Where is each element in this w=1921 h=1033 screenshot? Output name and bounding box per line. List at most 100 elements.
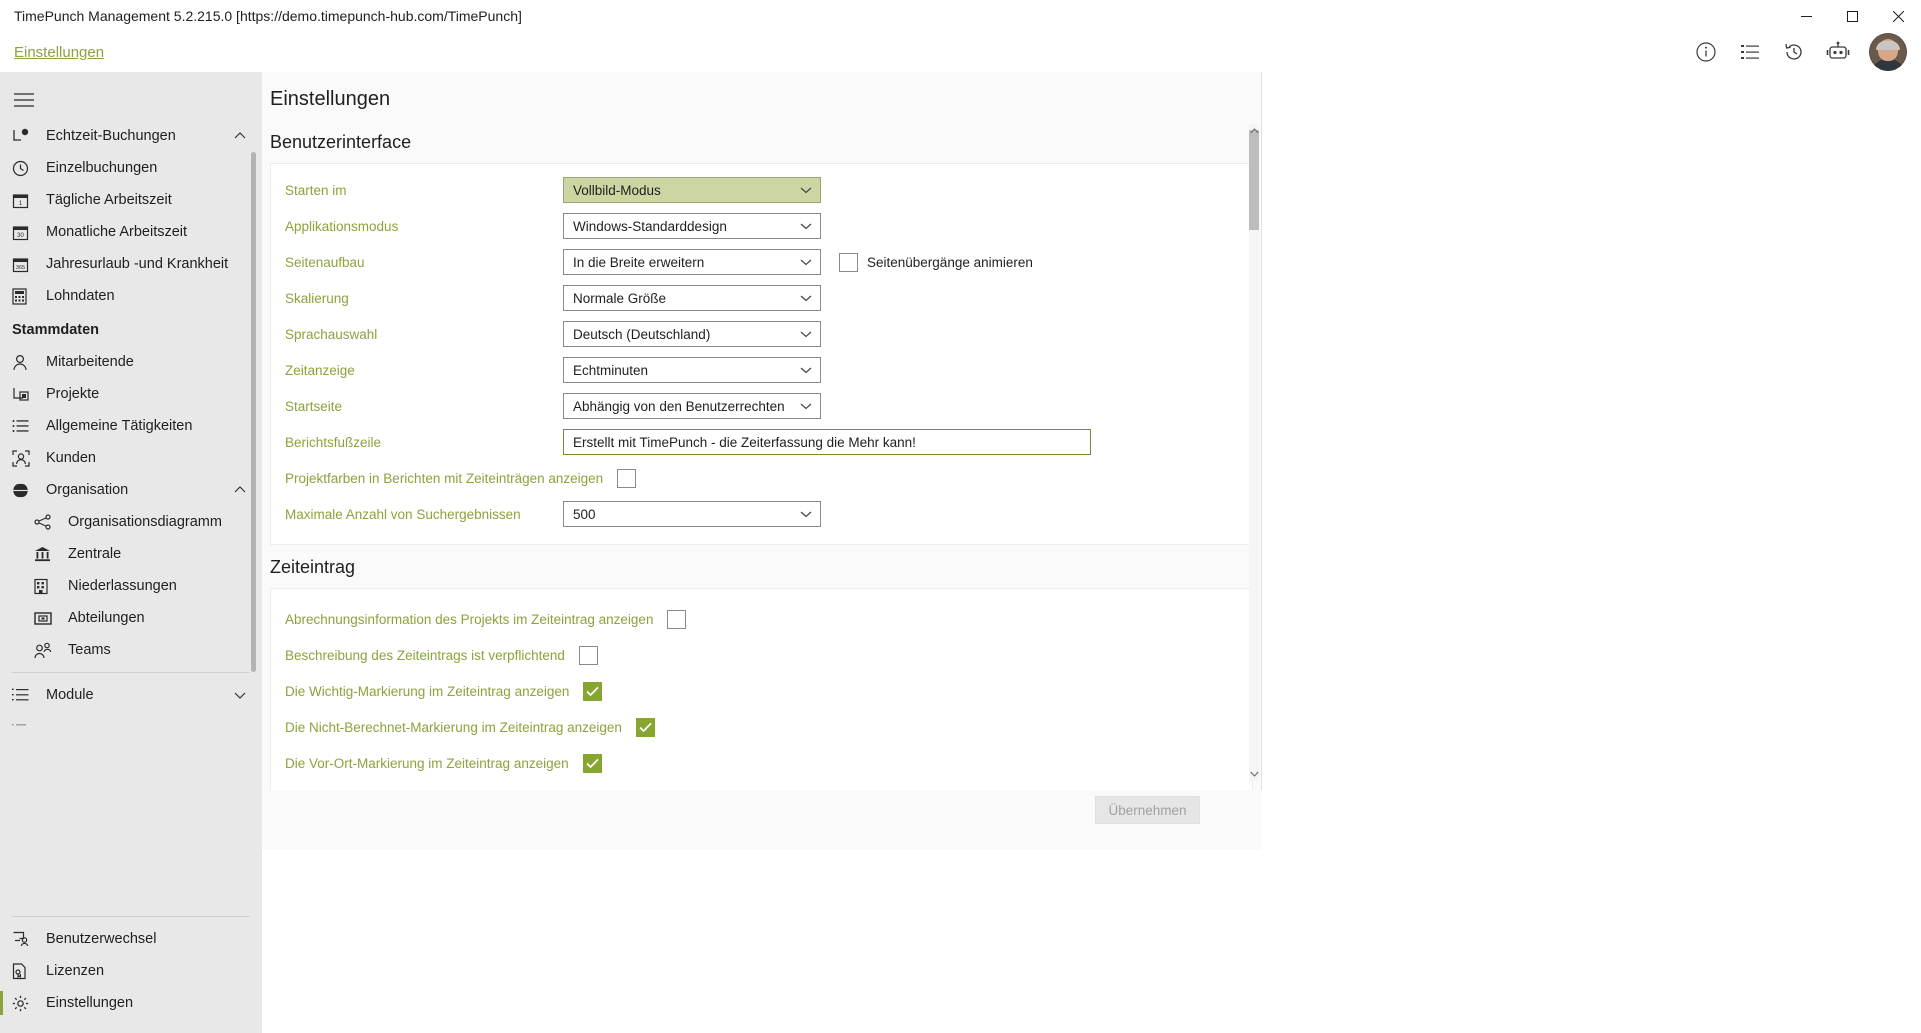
breadcrumb[interactable]: Einstellungen xyxy=(14,44,104,61)
sidebar-item-mitarbeitende[interactable]: Mitarbeitende xyxy=(0,346,262,378)
sidebar-item-organisation[interactable]: Organisation xyxy=(0,474,262,506)
setting-row-seitenaufbau: Seitenaufbau In die Breite erweitern Sei… xyxy=(285,244,1252,280)
calculator-icon xyxy=(12,286,38,306)
scroll-down-icon[interactable] xyxy=(1249,767,1259,781)
chevron-down-icon xyxy=(800,325,812,343)
setting-label: Abrechnungsinformation des Projekts im Z… xyxy=(285,611,654,627)
chevron-down-icon xyxy=(800,253,812,271)
clock-icon xyxy=(12,158,38,178)
content-scrollbar-thumb[interactable] xyxy=(1249,130,1259,230)
sidebar-item-allgemeine-taetigkeiten[interactable]: Allgemeine Tätigkeiten xyxy=(0,410,262,442)
scroll-up-icon[interactable] xyxy=(1249,124,1259,138)
application-window: TimePunch Management 5.2.215.0 [https://… xyxy=(0,0,1921,1033)
team-icon xyxy=(34,640,60,660)
input-value: Erstellt mit TimePunch - die Zeiterfassu… xyxy=(573,434,916,450)
setting-label: Die Vor-Ort-Markierung im Zeiteintrag an… xyxy=(285,755,569,771)
setting-label: Beschreibung des Zeiteintrags ist verpfl… xyxy=(285,647,565,663)
max-suchergebnisse-select[interactable]: 500 xyxy=(563,501,821,527)
nicht-berechnet-markierung-checkbox[interactable] xyxy=(635,717,655,737)
chevron-up-icon[interactable] xyxy=(234,481,246,499)
starten-im-select[interactable]: Vollbild-Modus xyxy=(563,177,821,203)
sidebar-item-taegliche-arbeitszeit[interactable]: 1 Tägliche Arbeitszeit xyxy=(0,184,262,216)
seitenaufbau-select[interactable]: In die Breite erweitern xyxy=(563,249,821,275)
sidebar-item-lohndaten[interactable]: Lohndaten xyxy=(0,280,262,312)
setting-label: Sprachauswahl xyxy=(285,326,378,342)
setting-row-zeitanzeige: Zeitanzeige Echtminuten xyxy=(285,352,1252,388)
info-icon[interactable] xyxy=(1693,39,1719,65)
sidebar-item-lizenzen[interactable]: Lizenzen xyxy=(0,955,262,987)
sidebar-scrollbar-thumb[interactable] xyxy=(251,152,256,672)
sidebar-item-zentrale[interactable]: Zentrale xyxy=(0,538,262,570)
sidebar-item-jahresurlaub-krankheit[interactable]: 365 Jahresurlaub -und Krankheit xyxy=(0,248,262,280)
calendar-month-icon: 30 xyxy=(12,222,38,242)
module-list-icon xyxy=(12,685,38,705)
maximize-button[interactable] xyxy=(1829,0,1875,32)
sidebar-item-abteilungen[interactable]: Abteilungen xyxy=(0,602,262,634)
window-controls xyxy=(1783,0,1921,32)
chevron-down-icon[interactable] xyxy=(234,686,246,704)
sidebar-item-label: Kunden xyxy=(46,450,96,466)
avatar[interactable] xyxy=(1869,33,1907,71)
sidebar-item-benutzerwechsel[interactable]: Benutzerwechsel xyxy=(0,923,262,955)
sidebar-item-niederlassungen[interactable]: Niederlassungen xyxy=(0,570,262,602)
sidebar-item-label: Tägliche Arbeitszeit xyxy=(46,192,172,208)
zeitanzeige-select[interactable]: Echtminuten xyxy=(563,357,821,383)
sidebar-nav: Echtzeit-Buchungen Einzelbuchungen 1 Täg… xyxy=(0,120,262,743)
abrechnungsinformation-checkbox[interactable] xyxy=(667,609,687,629)
select-value: Echtminuten xyxy=(573,362,649,378)
skalierung-select[interactable]: Normale Größe xyxy=(563,285,821,311)
applikationsmodus-select[interactable]: Windows-Standarddesign xyxy=(563,213,821,239)
gear-icon xyxy=(12,993,38,1013)
seitenuebergaenge-animieren-group: Seitenübergänge animieren xyxy=(839,252,1033,272)
seitenuebergaenge-animieren-checkbox[interactable] xyxy=(839,252,858,272)
sidebar-item-label: Organisation xyxy=(46,482,129,498)
apply-button[interactable]: Übernehmen xyxy=(1095,796,1200,824)
select-value: In die Breite erweitern xyxy=(573,254,705,270)
wichtig-markierung-checkbox[interactable] xyxy=(583,681,603,701)
chevron-up-icon[interactable] xyxy=(234,127,246,145)
realtime-booking-icon xyxy=(12,126,38,146)
sidebar-item-kunden[interactable]: Kunden xyxy=(0,442,262,474)
header-bar: Einstellungen xyxy=(0,32,1921,72)
sidebar-item-label: Einzelbuchungen xyxy=(46,160,158,176)
sidebar-item-label: Zentrale xyxy=(68,546,122,562)
sidebar-item-einzelbuchungen[interactable]: Einzelbuchungen xyxy=(0,152,262,184)
page-title: Einstellungen xyxy=(270,88,391,110)
sprachauswahl-select[interactable]: Deutsch (Deutschland) xyxy=(563,321,821,347)
sidebar-item-organisationsdiagramm[interactable]: Organisationsdiagramm xyxy=(0,506,262,538)
setting-label: Die Wichtig-Markierung im Zeiteintrag an… xyxy=(285,683,570,699)
setting-row-vor-ort-markierung: Die Vor-Ort-Markierung im Zeiteintrag an… xyxy=(285,745,1252,781)
sidebar-item-label: Abteilungen xyxy=(68,610,145,626)
close-button[interactable] xyxy=(1875,0,1921,32)
settings-panel: Einstellungen Benutzerinterface Starten … xyxy=(262,72,1262,822)
footer-bar: Übernehmen xyxy=(262,790,1262,850)
sidebar-bottom-nav: Benutzerwechsel Lizenzen Einstellungen xyxy=(0,910,262,1033)
sidebar-item-label: Benutzerwechsel xyxy=(46,931,157,947)
setting-label: Projektfarben in Berichten mit Zeiteintr… xyxy=(285,470,604,486)
sidebar-item-einstellungen[interactable]: Einstellungen xyxy=(0,987,262,1019)
menu-toggle-button[interactable] xyxy=(0,80,48,120)
sidebar-item-truncated[interactable] xyxy=(0,711,262,743)
robot-icon[interactable] xyxy=(1825,39,1851,65)
sidebar-item-projekte[interactable]: Projekte xyxy=(0,378,262,410)
startseite-select[interactable]: Abhängig von den Benutzerrechten xyxy=(563,393,821,419)
list-icon[interactable] xyxy=(1737,39,1763,65)
beschreibung-pflicht-checkbox[interactable] xyxy=(578,645,598,665)
sidebar-item-monatliche-arbeitszeit[interactable]: 30 Monatliche Arbeitszeit xyxy=(0,216,262,248)
sidebar-item-label: Echtzeit-Buchungen xyxy=(46,128,176,144)
bank-icon xyxy=(34,544,60,564)
setting-label: Seitenaufbau xyxy=(285,254,365,270)
history-icon[interactable] xyxy=(1781,39,1807,65)
sidebar-item-label: Projekte xyxy=(46,386,100,402)
vor-ort-markierung-checkbox[interactable] xyxy=(582,753,602,773)
sidebar-item-teams[interactable]: Teams xyxy=(0,634,262,666)
berichtsfusszeile-input[interactable]: Erstellt mit TimePunch - die Zeiterfassu… xyxy=(563,429,1091,455)
sidebar-item-module[interactable]: Module xyxy=(0,679,262,711)
customer-frame-icon xyxy=(12,448,38,468)
sidebar-bottom-divider xyxy=(12,916,250,917)
minimize-button[interactable] xyxy=(1783,0,1829,32)
projektfarben-checkbox[interactable] xyxy=(617,468,637,488)
sidebar-item-echtzeit-buchungen[interactable]: Echtzeit-Buchungen xyxy=(0,120,262,152)
setting-row-skalierung: Skalierung Normale Größe xyxy=(285,280,1252,316)
person-icon xyxy=(12,352,38,372)
